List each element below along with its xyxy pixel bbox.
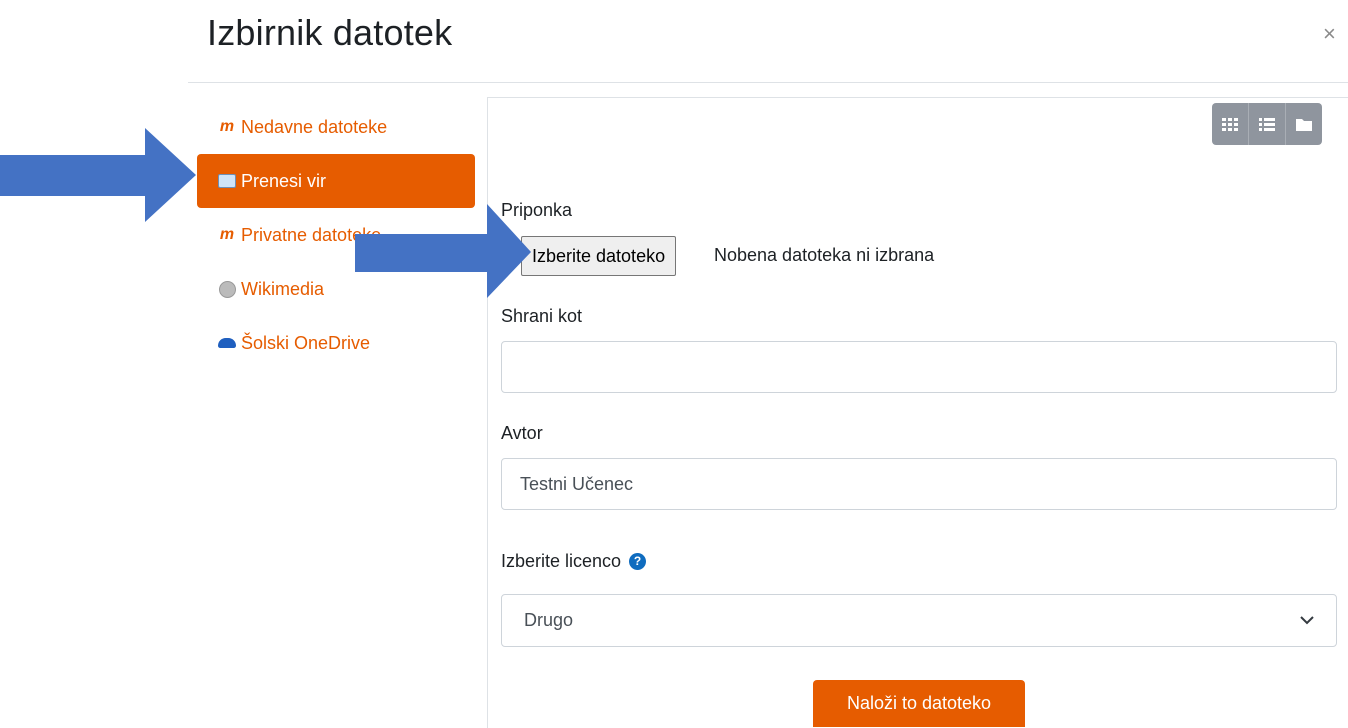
moodle-icon: m — [219, 118, 235, 135]
author-input[interactable] — [501, 458, 1337, 510]
list-view-icon[interactable] — [1248, 103, 1285, 145]
license-selected-value: Drugo — [524, 610, 574, 630]
close-icon[interactable]: × — [1323, 23, 1336, 45]
folder-view-icon[interactable] — [1285, 103, 1322, 145]
dialog-title: Izbirnik datotek — [207, 12, 453, 53]
repo-item-label: Šolski OneDrive — [241, 332, 371, 353]
save-as-label: Shrani kot — [501, 306, 583, 326]
annotation-arrow-left — [0, 128, 196, 222]
upload-icon — [217, 174, 237, 188]
choose-file-button[interactable]: Izberite datoteko — [521, 236, 677, 276]
repo-item-label: Wikimedia — [241, 278, 325, 299]
view-toggle-group — [1212, 103, 1322, 145]
onedrive-icon — [217, 338, 237, 348]
license-select[interactable]: Drugo — [501, 594, 1337, 647]
no-file-text: Nobena datoteka ni izbrana — [714, 245, 935, 265]
author-label: Avtor — [501, 423, 543, 443]
repo-item-label: Prenesi vir — [241, 170, 327, 191]
upload-submit-button[interactable]: Naloži to datoteko — [813, 680, 1025, 727]
license-label: Izberite licenco — [501, 551, 622, 571]
grid-view-icon[interactable] — [1212, 103, 1248, 145]
license-label-row: Izberite licenco? — [501, 551, 647, 572]
header-divider — [188, 82, 1348, 83]
save-as-input[interactable] — [501, 341, 1337, 393]
moodle-icon: m — [219, 226, 235, 243]
repo-item-onedrive[interactable]: Šolski OneDrive — [197, 316, 475, 370]
repo-item-upload[interactable]: Prenesi vir — [197, 154, 475, 208]
help-icon[interactable]: ? — [629, 552, 647, 570]
chevron-down-icon — [1300, 616, 1314, 625]
wikimedia-icon — [217, 280, 237, 298]
repo-item-label: Nedavne datoteke — [241, 116, 388, 137]
annotation-arrow-right — [355, 204, 531, 298]
repo-item-recent-files[interactable]: m Nedavne datoteke — [197, 100, 475, 154]
